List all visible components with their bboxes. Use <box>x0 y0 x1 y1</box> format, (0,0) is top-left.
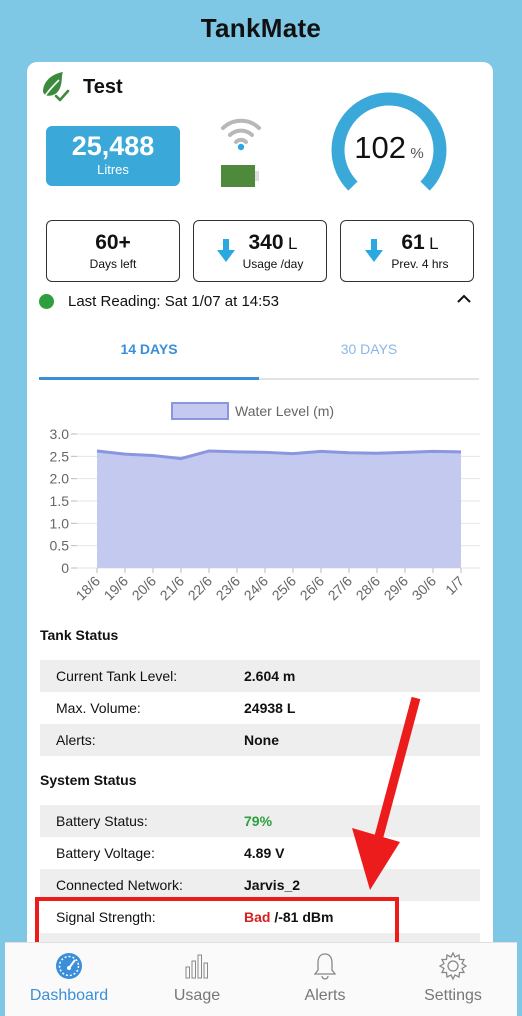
volume-unit: Litres <box>97 162 129 177</box>
gauge-unit: % <box>410 145 424 162</box>
prev-4hrs-unit: L <box>429 234 439 253</box>
x-tick-label: 1/7 <box>442 573 467 598</box>
nav-dashboard-label: Dashboard <box>29 987 109 1004</box>
water-level-area <box>97 450 461 568</box>
usage-day-value: 340 <box>248 231 284 254</box>
x-tick-label: 28/6 <box>353 573 384 604</box>
alerts-value: None <box>244 732 279 748</box>
volume-box: 25,488 Litres <box>46 126 180 186</box>
gear-icon <box>438 951 468 981</box>
leaf-check-icon <box>43 72 70 102</box>
prev-4hrs-label: Prev. 4 hrs <box>391 257 449 271</box>
x-tick-label: 22/6 <box>185 573 216 604</box>
tab-14-days[interactable]: 14 DAYS <box>39 334 259 380</box>
x-tick-label: 26/6 <box>297 573 328 604</box>
y-tick-label: 2.0 <box>50 471 70 487</box>
gauge-value: 102 <box>354 130 406 165</box>
nav-usage-label: Usage <box>173 987 221 1004</box>
arrow-down-icon <box>216 239 235 262</box>
wifi-icon <box>221 118 261 151</box>
prev-4hrs-value: 61 <box>401 231 425 254</box>
app-title: TankMate <box>200 12 322 43</box>
bell-icon <box>313 953 337 980</box>
current-level-value: 2.604 m <box>244 668 296 684</box>
arrow-down-icon <box>365 239 384 262</box>
days-left-value: 60+ <box>95 231 131 254</box>
bar-chart-icon <box>185 954 208 979</box>
tank-name: Test <box>83 75 123 98</box>
nav-alerts[interactable]: Alerts <box>261 943 389 1016</box>
water-level-chart: Water Level (m) 3.0 2.5 2.0 1.5 1.0 0.5 018/619… <box>50 402 480 604</box>
annotation-highlight-box <box>35 897 399 947</box>
y-tick-label: 1.0 <box>50 515 70 531</box>
last-reading-row[interactable]: Last Reading: Sat 1/07 at 14:53 <box>39 290 479 312</box>
y-tick-label: 2.5 <box>50 448 70 464</box>
usage-day-unit: L <box>288 234 298 253</box>
battery-voltage-label: Battery Voltage: <box>56 845 155 861</box>
x-tick-label: 18/6 <box>73 573 104 604</box>
x-tick-label: 21/6 <box>157 573 188 604</box>
x-tick-label: 20/6 <box>129 573 160 604</box>
system-status-title: System Status <box>40 772 137 788</box>
x-tick-label: 27/6 <box>325 573 356 604</box>
nav-dashboard[interactable]: Dashboard <box>5 943 133 1016</box>
battery-icon <box>221 165 259 187</box>
max-volume-label: Max. Volume: <box>56 700 141 716</box>
annotation-arrow <box>352 696 421 890</box>
max-volume-value: 24938 L <box>244 700 296 716</box>
connected-network-value: Jarvis_2 <box>244 877 301 893</box>
days-left-box: 60+ Days left <box>46 220 180 282</box>
current-level-label: Current Tank Level: <box>56 668 178 684</box>
x-tick-label: 19/6 <box>101 573 132 604</box>
usage-day-label: Usage /day <box>242 257 304 271</box>
nav-alerts-label: Alerts <box>304 987 346 1004</box>
legend-swatch <box>171 402 229 420</box>
connected-network-label: Connected Network: <box>56 877 183 893</box>
days-left-label: Days left <box>89 257 137 271</box>
status-dot <box>39 293 54 309</box>
prev-4hrs-box: 61 L Prev. 4 hrs <box>340 220 474 282</box>
legend-label: Water Level (m) <box>235 403 334 419</box>
nav-settings[interactable]: Settings <box>389 943 517 1016</box>
tank-status-title: Tank Status <box>40 627 119 643</box>
battery-voltage-value: 4.89 V <box>244 845 285 861</box>
gauge-readout: 102 % <box>327 130 451 166</box>
x-tick-label: 25/6 <box>269 573 300 604</box>
tab-30-days[interactable]: 30 DAYS <box>259 334 479 378</box>
x-tick-label: 23/6 <box>213 573 244 604</box>
y-tick-label: 0.5 <box>50 538 70 554</box>
dashboard-icon <box>56 953 82 979</box>
x-tick-label: 29/6 <box>381 573 412 604</box>
table-row: Current Tank Level: 2.604 m <box>40 660 480 692</box>
x-tick-label: 30/6 <box>409 573 440 604</box>
usage-day-box: 340 L Usage /day <box>193 220 327 282</box>
y-tick-label: 0 <box>61 560 69 576</box>
chevron-up-icon[interactable] <box>457 294 471 304</box>
y-tick-label: 3.0 <box>50 426 70 442</box>
nav-usage[interactable]: Usage <box>133 943 261 1016</box>
bottom-nav: Dashboard Usage Alerts Settings <box>5 942 517 1016</box>
battery-status-value: 79% <box>244 813 273 829</box>
tank-name-row: Test <box>39 70 123 104</box>
battery-status-label: Battery Status: <box>56 813 148 829</box>
range-tabs: 14 DAYS 30 DAYS <box>39 334 479 380</box>
alerts-label: Alerts: <box>56 732 96 748</box>
x-tick-label: 24/6 <box>241 573 272 604</box>
nav-settings-label: Settings <box>424 987 482 1004</box>
volume-value: 25,488 <box>71 131 155 161</box>
app-header: TankMate <box>0 0 522 56</box>
app-screen: TankMate Test 25,488 Litres 102 % 60+ Da… <box>0 0 522 1016</box>
y-tick-label: 1.5 <box>50 493 70 509</box>
last-reading-text: Last Reading: Sat 1/07 at 14:53 <box>68 292 279 310</box>
